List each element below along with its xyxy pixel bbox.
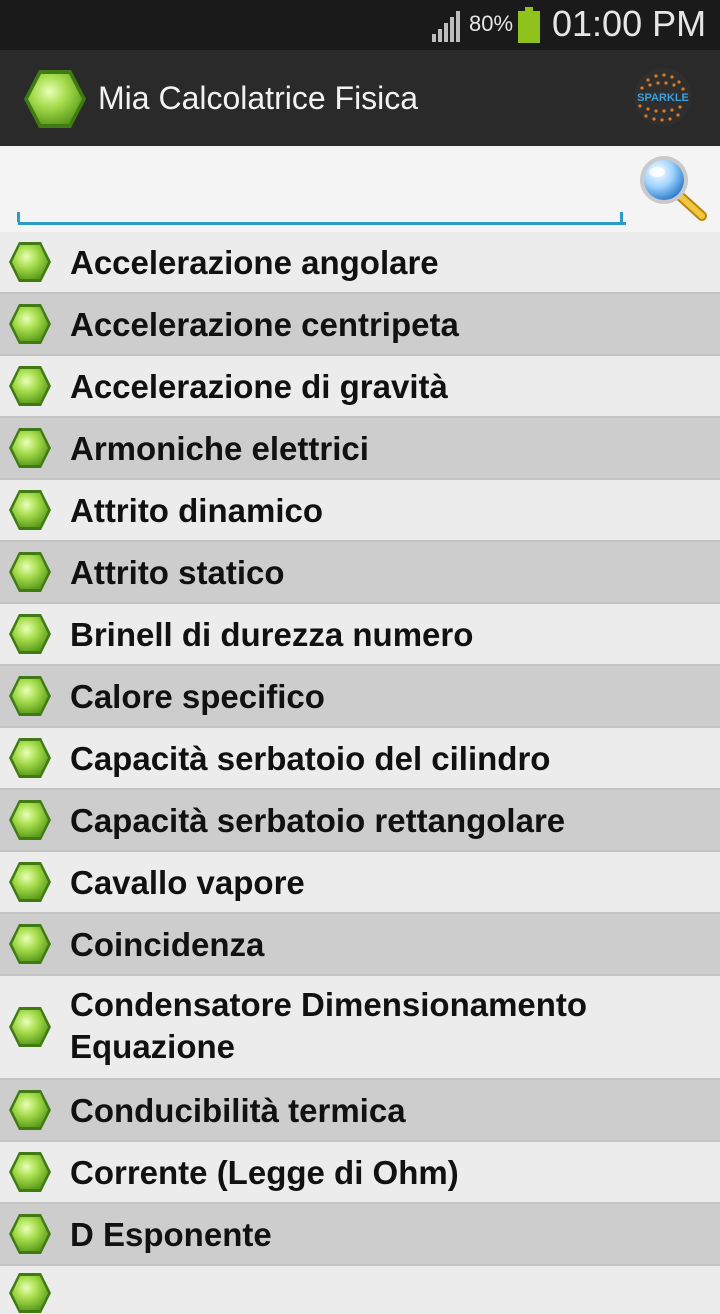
list-item-label: D Esponente — [70, 1216, 272, 1253]
hexagon-bullet-icon — [9, 1273, 51, 1313]
hexagon-bullet-icon — [9, 242, 51, 282]
hexagon-bullet-icon — [9, 1214, 51, 1254]
list-item-label: Calore specifico — [70, 678, 325, 715]
hexagon-bullet-icon — [9, 614, 51, 654]
list-item[interactable]: Capacità serbatoio del cilindro — [0, 728, 720, 790]
list-item[interactable]: Brinell di durezza numero — [0, 604, 720, 666]
list-item[interactable]: Attrito statico — [0, 542, 720, 604]
hexagon-bullet-icon — [9, 490, 51, 530]
list-item-label: Accelerazione di gravità — [70, 368, 448, 405]
search-area — [0, 146, 720, 232]
formula-list: Accelerazione angolare Accelerazione cen… — [0, 232, 720, 1313]
list-item[interactable]: Capacità serbatoio rettangolare — [0, 790, 720, 852]
status-bar: 80% 01:00 PM — [0, 0, 720, 50]
clock: 01:00 PM — [552, 3, 707, 44]
hexagon-bullet-icon — [9, 924, 51, 964]
battery-percent: 80% — [469, 11, 514, 36]
list-item[interactable]: D Esponente — [0, 1204, 720, 1266]
list-item-label: Conducibilità termica — [70, 1092, 406, 1129]
list-item[interactable]: Accelerazione centripeta — [0, 294, 720, 356]
list-item[interactable]: Condensatore Dimensionamento Equazione — [0, 976, 720, 1080]
list-item[interactable]: Conducibilità termica — [0, 1080, 720, 1142]
search-input-edge-right — [620, 212, 623, 222]
list-item[interactable]: Calore specifico — [0, 666, 720, 728]
list-item-label: Brinell di durezza numero — [70, 616, 474, 653]
list-item[interactable]: Accelerazione di gravità — [0, 356, 720, 418]
list-item-label: Accelerazione angolare — [70, 244, 439, 281]
list-item-label: Accelerazione centripeta — [70, 306, 459, 343]
list-item-partial[interactable] — [0, 1266, 720, 1313]
hexagon-bullet-icon — [9, 1007, 51, 1047]
hexagon-bullet-icon — [9, 1152, 51, 1192]
list-item[interactable]: Attrito dinamico — [0, 480, 720, 542]
hexagon-bullet-icon — [9, 428, 51, 468]
app-hexagon-icon[interactable] — [22, 68, 88, 130]
sparkle-logo-text: SPARKLE — [637, 92, 689, 104]
list-item[interactable]: Coincidenza — [0, 914, 720, 976]
hexagon-bullet-icon — [9, 552, 51, 592]
hexagon-bullet-icon — [9, 738, 51, 778]
list-item-label: Attrito dinamico — [70, 492, 323, 529]
hexagon-bullet-icon — [9, 862, 51, 902]
hexagon-bullet-icon — [9, 366, 51, 406]
list-item[interactable]: Cavallo vapore — [0, 852, 720, 914]
list-item-label: Capacità serbatoio rettangolare — [70, 802, 566, 839]
hexagon-bullet-icon — [9, 1090, 51, 1130]
signal-icon — [432, 11, 460, 42]
list-item-label: Attrito statico — [70, 554, 285, 591]
list-item[interactable]: Corrente (Legge di Ohm) — [0, 1142, 720, 1204]
app-title: Mia Calcolatrice Fisica — [98, 80, 419, 116]
action-bar: Mia Calcolatrice Fisica SPARKLE — [0, 50, 720, 146]
list-item-label: Armoniche elettrici — [70, 430, 369, 467]
battery-icon — [518, 7, 540, 43]
sparkle-logo-icon[interactable]: SPARKLE — [628, 66, 698, 128]
list-item[interactable]: Accelerazione angolare — [0, 232, 720, 294]
list-item-label: Coincidenza — [70, 926, 265, 963]
search-input[interactable] — [18, 174, 626, 225]
hexagon-bullet-icon — [9, 676, 51, 716]
hexagon-bullet-icon — [9, 800, 51, 840]
list-item[interactable]: Armoniche elettrici — [0, 418, 720, 480]
list-item-label: Corrente (Legge di Ohm) — [70, 1154, 459, 1191]
search-input-edge-left — [17, 212, 20, 222]
hexagon-bullet-icon — [9, 304, 51, 344]
list-item-label: Condensatore Dimensionamento Equazione — [70, 986, 588, 1065]
search-icon[interactable] — [636, 152, 710, 224]
list-item-label: Capacità serbatoio del cilindro — [70, 740, 551, 777]
list-item-label: Cavallo vapore — [70, 864, 305, 901]
